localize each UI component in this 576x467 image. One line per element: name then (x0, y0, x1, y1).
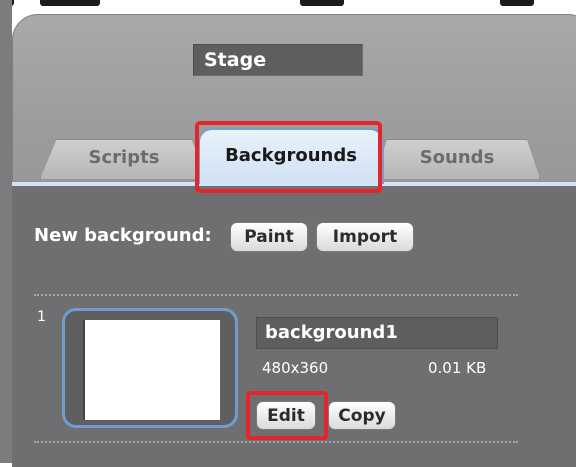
background-index: 1 (37, 309, 46, 325)
paint-button[interactable]: Paint (230, 222, 308, 252)
scratch-stage-editor: Stage Scripts Sounds Backgrounds New bac… (0, 0, 576, 467)
background-dimensions: 480x360 (262, 359, 329, 377)
divider (34, 441, 518, 443)
left-edge (0, 0, 12, 463)
edit-button-highlight (246, 391, 328, 440)
thumbnail-image (83, 320, 220, 420)
divider (34, 294, 518, 296)
background-name-field[interactable]: background1 (256, 317, 498, 349)
stage-name-field[interactable]: Stage (193, 44, 363, 76)
tab-sounds[interactable]: Sounds (374, 139, 540, 179)
new-background-label: New background: (34, 225, 212, 246)
background-thumbnail[interactable] (62, 308, 238, 428)
tab-scripts[interactable]: Scripts (40, 139, 208, 179)
copy-button[interactable]: Copy (328, 401, 396, 430)
background-file-size: 0.01 KB (428, 359, 487, 377)
import-button[interactable]: Import (316, 222, 414, 252)
backgrounds-tab-highlight (195, 121, 382, 193)
